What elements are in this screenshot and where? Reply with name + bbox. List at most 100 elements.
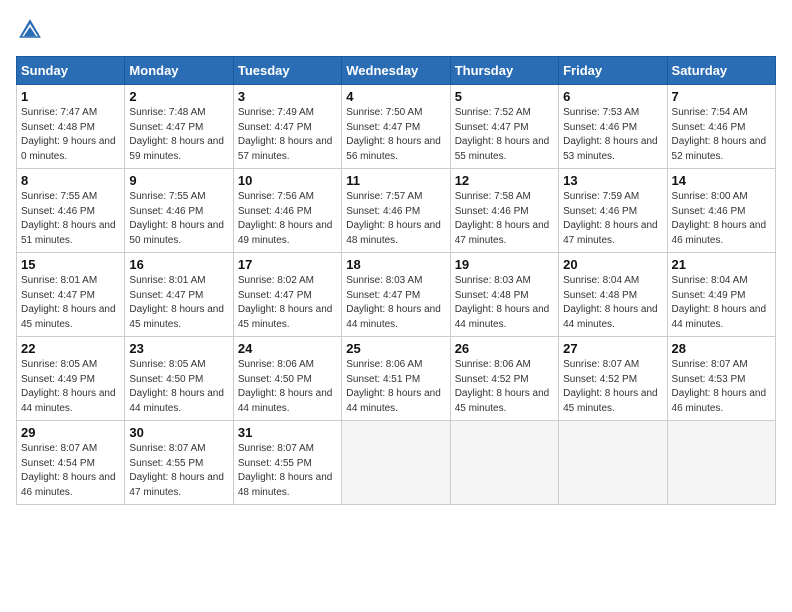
day-info: Sunrise: 8:06 AMSunset: 4:52 PMDaylight:… — [455, 359, 550, 414]
day-info: Sunrise: 8:07 AMSunset: 4:53 PMDaylight:… — [672, 359, 767, 414]
calendar-day-cell — [667, 421, 775, 505]
day-info: Sunrise: 8:04 AMSunset: 4:49 PMDaylight:… — [672, 275, 767, 330]
day-info: Sunrise: 7:54 AMSunset: 4:46 PMDaylight:… — [672, 107, 767, 162]
calendar-week-row: 8 Sunrise: 7:55 AMSunset: 4:46 PMDayligh… — [17, 169, 776, 253]
day-number: 2 — [129, 89, 228, 104]
calendar-week-row: 15 Sunrise: 8:01 AMSunset: 4:47 PMDaylig… — [17, 253, 776, 337]
day-number: 5 — [455, 89, 554, 104]
day-info: Sunrise: 8:01 AMSunset: 4:47 PMDaylight:… — [21, 275, 116, 330]
day-info: Sunrise: 8:06 AMSunset: 4:50 PMDaylight:… — [238, 359, 333, 414]
day-info: Sunrise: 8:07 AMSunset: 4:55 PMDaylight:… — [129, 443, 224, 498]
calendar-day-cell: 25 Sunrise: 8:06 AMSunset: 4:51 PMDaylig… — [342, 337, 450, 421]
weekday-header: Wednesday — [342, 57, 450, 85]
day-info: Sunrise: 7:55 AMSunset: 4:46 PMDaylight:… — [21, 191, 116, 246]
calendar-week-row: 1 Sunrise: 7:47 AMSunset: 4:48 PMDayligh… — [17, 85, 776, 169]
day-info: Sunrise: 7:56 AMSunset: 4:46 PMDaylight:… — [238, 191, 333, 246]
day-info: Sunrise: 7:48 AMSunset: 4:47 PMDaylight:… — [129, 107, 224, 162]
day-info: Sunrise: 8:02 AMSunset: 4:47 PMDaylight:… — [238, 275, 333, 330]
weekday-header: Tuesday — [233, 57, 341, 85]
calendar-day-cell — [559, 421, 667, 505]
calendar-day-cell: 3 Sunrise: 7:49 AMSunset: 4:47 PMDayligh… — [233, 85, 341, 169]
day-number: 17 — [238, 257, 337, 272]
day-number: 18 — [346, 257, 445, 272]
logo-icon — [16, 16, 44, 44]
day-number: 31 — [238, 425, 337, 440]
day-number: 21 — [672, 257, 771, 272]
calendar-body: 1 Sunrise: 7:47 AMSunset: 4:48 PMDayligh… — [17, 85, 776, 505]
day-number: 22 — [21, 341, 120, 356]
day-info: Sunrise: 7:57 AMSunset: 4:46 PMDaylight:… — [346, 191, 441, 246]
weekday-header: Saturday — [667, 57, 775, 85]
calendar-day-cell: 10 Sunrise: 7:56 AMSunset: 4:46 PMDaylig… — [233, 169, 341, 253]
day-number: 25 — [346, 341, 445, 356]
logo — [16, 16, 46, 44]
day-info: Sunrise: 8:06 AMSunset: 4:51 PMDaylight:… — [346, 359, 441, 414]
calendar-day-cell: 6 Sunrise: 7:53 AMSunset: 4:46 PMDayligh… — [559, 85, 667, 169]
day-info: Sunrise: 8:01 AMSunset: 4:47 PMDaylight:… — [129, 275, 224, 330]
calendar-day-cell: 8 Sunrise: 7:55 AMSunset: 4:46 PMDayligh… — [17, 169, 125, 253]
calendar-day-cell: 30 Sunrise: 8:07 AMSunset: 4:55 PMDaylig… — [125, 421, 233, 505]
day-number: 29 — [21, 425, 120, 440]
day-info: Sunrise: 8:00 AMSunset: 4:46 PMDaylight:… — [672, 191, 767, 246]
day-number: 13 — [563, 173, 662, 188]
calendar-day-cell: 14 Sunrise: 8:00 AMSunset: 4:46 PMDaylig… — [667, 169, 775, 253]
day-info: Sunrise: 7:58 AMSunset: 4:46 PMDaylight:… — [455, 191, 550, 246]
day-info: Sunrise: 7:55 AMSunset: 4:46 PMDaylight:… — [129, 191, 224, 246]
calendar-day-cell: 16 Sunrise: 8:01 AMSunset: 4:47 PMDaylig… — [125, 253, 233, 337]
calendar-day-cell: 15 Sunrise: 8:01 AMSunset: 4:47 PMDaylig… — [17, 253, 125, 337]
calendar-day-cell: 22 Sunrise: 8:05 AMSunset: 4:49 PMDaylig… — [17, 337, 125, 421]
day-number: 15 — [21, 257, 120, 272]
day-info: Sunrise: 7:59 AMSunset: 4:46 PMDaylight:… — [563, 191, 658, 246]
calendar-day-cell: 7 Sunrise: 7:54 AMSunset: 4:46 PMDayligh… — [667, 85, 775, 169]
day-info: Sunrise: 7:52 AMSunset: 4:47 PMDaylight:… — [455, 107, 550, 162]
day-info: Sunrise: 7:47 AMSunset: 4:48 PMDaylight:… — [21, 107, 116, 162]
calendar-day-cell: 20 Sunrise: 8:04 AMSunset: 4:48 PMDaylig… — [559, 253, 667, 337]
calendar-day-cell: 12 Sunrise: 7:58 AMSunset: 4:46 PMDaylig… — [450, 169, 558, 253]
day-number: 27 — [563, 341, 662, 356]
day-number: 23 — [129, 341, 228, 356]
day-info: Sunrise: 8:03 AMSunset: 4:48 PMDaylight:… — [455, 275, 550, 330]
day-number: 1 — [21, 89, 120, 104]
day-number: 14 — [672, 173, 771, 188]
calendar-day-cell: 28 Sunrise: 8:07 AMSunset: 4:53 PMDaylig… — [667, 337, 775, 421]
day-number: 11 — [346, 173, 445, 188]
day-number: 4 — [346, 89, 445, 104]
day-info: Sunrise: 8:03 AMSunset: 4:47 PMDaylight:… — [346, 275, 441, 330]
day-number: 10 — [238, 173, 337, 188]
calendar-day-cell: 18 Sunrise: 8:03 AMSunset: 4:47 PMDaylig… — [342, 253, 450, 337]
day-number: 28 — [672, 341, 771, 356]
day-info: Sunrise: 8:07 AMSunset: 4:52 PMDaylight:… — [563, 359, 658, 414]
day-info: Sunrise: 8:07 AMSunset: 4:54 PMDaylight:… — [21, 443, 116, 498]
calendar-day-cell: 17 Sunrise: 8:02 AMSunset: 4:47 PMDaylig… — [233, 253, 341, 337]
day-number: 24 — [238, 341, 337, 356]
day-number: 8 — [21, 173, 120, 188]
calendar-week-row: 22 Sunrise: 8:05 AMSunset: 4:49 PMDaylig… — [17, 337, 776, 421]
calendar-header-row: SundayMondayTuesdayWednesdayThursdayFrid… — [17, 57, 776, 85]
day-number: 3 — [238, 89, 337, 104]
calendar-day-cell: 26 Sunrise: 8:06 AMSunset: 4:52 PMDaylig… — [450, 337, 558, 421]
day-info: Sunrise: 8:04 AMSunset: 4:48 PMDaylight:… — [563, 275, 658, 330]
page-header — [16, 16, 776, 44]
day-number: 16 — [129, 257, 228, 272]
calendar-day-cell: 9 Sunrise: 7:55 AMSunset: 4:46 PMDayligh… — [125, 169, 233, 253]
weekday-header: Friday — [559, 57, 667, 85]
day-number: 26 — [455, 341, 554, 356]
day-number: 9 — [129, 173, 228, 188]
calendar-day-cell: 13 Sunrise: 7:59 AMSunset: 4:46 PMDaylig… — [559, 169, 667, 253]
calendar-day-cell: 31 Sunrise: 8:07 AMSunset: 4:55 PMDaylig… — [233, 421, 341, 505]
day-number: 7 — [672, 89, 771, 104]
day-info: Sunrise: 8:05 AMSunset: 4:49 PMDaylight:… — [21, 359, 116, 414]
calendar-day-cell: 4 Sunrise: 7:50 AMSunset: 4:47 PMDayligh… — [342, 85, 450, 169]
day-number: 30 — [129, 425, 228, 440]
calendar-day-cell — [450, 421, 558, 505]
calendar-day-cell: 24 Sunrise: 8:06 AMSunset: 4:50 PMDaylig… — [233, 337, 341, 421]
calendar-day-cell: 1 Sunrise: 7:47 AMSunset: 4:48 PMDayligh… — [17, 85, 125, 169]
calendar-day-cell: 5 Sunrise: 7:52 AMSunset: 4:47 PMDayligh… — [450, 85, 558, 169]
day-number: 19 — [455, 257, 554, 272]
calendar-table: SundayMondayTuesdayWednesdayThursdayFrid… — [16, 56, 776, 505]
calendar-day-cell: 21 Sunrise: 8:04 AMSunset: 4:49 PMDaylig… — [667, 253, 775, 337]
calendar-day-cell: 11 Sunrise: 7:57 AMSunset: 4:46 PMDaylig… — [342, 169, 450, 253]
weekday-header: Thursday — [450, 57, 558, 85]
day-number: 20 — [563, 257, 662, 272]
weekday-header: Monday — [125, 57, 233, 85]
